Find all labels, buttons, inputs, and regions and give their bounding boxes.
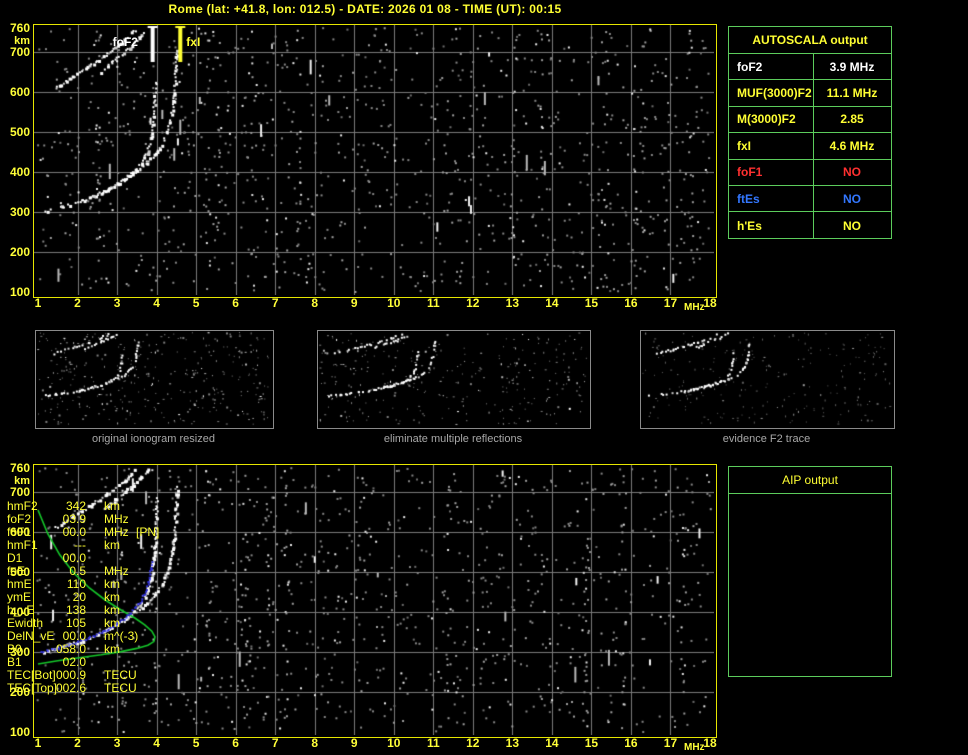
x-axis-unit-label: MHz: [684, 302, 705, 313]
autoscala-row-ftes: ftEs NO: [729, 186, 891, 213]
autoscala-table-column-divider: [813, 54, 814, 238]
x-axis-tick-label: 12: [466, 736, 480, 750]
x-axis-tick-label: 7: [271, 736, 279, 750]
autoscala-param-label: foF2: [737, 59, 763, 74]
autoscala-app-window: Rome (lat: +41.8, lon: 012.5) - DATE: 20…: [0, 0, 968, 755]
aip-param-value: 002.6: [55, 681, 86, 695]
x-axis-tick-label: 14: [545, 296, 559, 310]
y-axis-tick-label: 600: [9, 85, 30, 99]
autoscala-row-fxi: fxI 4.6 MHz: [729, 133, 891, 160]
x-axis-tick-label: 13: [505, 296, 520, 310]
x-axis-tick-label: 8: [311, 736, 319, 750]
autoscala-param-value: 4.6 MHz: [829, 138, 875, 153]
y-axis-tick-label: 700: [9, 45, 30, 59]
y-axis-unit-label: km: [14, 35, 30, 47]
x-axis-tick-label: 3: [113, 296, 121, 310]
x-axis-tick-label: 6: [232, 296, 239, 310]
x-axis-tick-label: 1: [34, 296, 42, 310]
x-axis-tick-label: 15: [584, 736, 599, 750]
aip-param-unit: km: [104, 642, 120, 656]
x-axis-tick-label: 7: [271, 296, 279, 310]
scaled-ionogram-canvas: [34, 25, 714, 295]
x-axis-tick-label: 16: [624, 736, 638, 750]
x-axis-tick-label: 4: [153, 296, 160, 310]
y-axis-tick-label: 500: [9, 125, 30, 139]
x-axis-tick-label: 10: [387, 736, 401, 750]
y-axis-unit-label: km: [14, 475, 30, 487]
caption-original-ionogram: original ionogram resized: [92, 433, 215, 445]
x-axis-tick-label: 2: [74, 296, 81, 310]
thumbnail-eliminate-canvas: [318, 331, 588, 426]
autoscala-row-m-3000-f2: M(3000)F2 2.85: [729, 107, 891, 134]
x-axis-tick-label: 4: [153, 736, 160, 750]
x-axis-tick-label: 11: [426, 296, 440, 310]
autoscala-param-value: NO: [843, 218, 861, 233]
autoscala-row-fof2: foF2 3.9 MHz: [729, 54, 891, 81]
y-axis-tick-label: 200: [9, 245, 30, 259]
thumbnail-original-ionogram: [35, 330, 274, 429]
aip-output-table: AIP output: [728, 466, 892, 677]
scaled-ionogram-panel: [33, 24, 717, 298]
thumbnail-eliminate-reflections: [317, 330, 591, 429]
x-axis-tick-label: 10: [387, 296, 401, 310]
autoscala-param-label: M(3000)F2: [737, 112, 796, 127]
autoscala-param-value: 3.9 MHz: [829, 59, 875, 74]
x-axis-tick-label: 17: [663, 296, 678, 310]
aip-param-extra: [PN]: [136, 525, 160, 539]
autoscala-row-fof1: foF1 NO: [729, 160, 891, 186]
x-axis-tick-label: 13: [505, 736, 520, 750]
x-axis-tick-label: 15: [584, 296, 599, 310]
fof2-marker-label: foF2: [112, 35, 138, 49]
y-axis-tick-label: 300: [9, 205, 30, 219]
aip-table-title: AIP output: [729, 467, 891, 494]
y-axis-tick-label: 760: [9, 21, 30, 35]
aip-param-unit: TECU: [104, 681, 137, 695]
autoscala-param-label: ftEs: [737, 191, 760, 206]
y-axis-tick-label: 700: [9, 485, 30, 499]
autoscala-row-muf-3000-f2: MUF(3000)F2 11.1 MHz: [729, 80, 891, 107]
x-axis-tick-label: 5: [192, 296, 200, 310]
y-axis-tick-label: 100: [9, 285, 30, 299]
x-axis-tick-label: 3: [113, 736, 121, 750]
autoscala-table-title: AUTOSCALA output: [729, 27, 891, 54]
x-axis-tick-label: 16: [624, 296, 638, 310]
x-axis-tick-label: 9: [350, 736, 358, 750]
autoscala-param-label: h'Es: [737, 218, 762, 233]
x-axis-tick-label: 14: [545, 736, 559, 750]
autoscala-table-rows: foF2 3.9 MHz MUF(3000)F2 11.1 MHz M(3000)F2 2…: [729, 54, 891, 238]
thumbnail-original-canvas: [36, 331, 271, 426]
x-axis-tick-label: 5: [192, 736, 200, 750]
station-title: Rome (lat: +41.8, lon: 012.5) - DATE: 20…: [168, 2, 562, 16]
x-axis-tick-label: 12: [466, 296, 480, 310]
x-axis-unit-label: MHz: [684, 742, 705, 753]
autoscala-row-h-es: h'Es NO: [729, 212, 891, 238]
thumbnail-evidence-canvas: [641, 331, 892, 426]
caption-eliminate-reflections: eliminate multiple reflections: [383, 433, 523, 445]
autoscala-param-value: NO: [843, 165, 861, 180]
x-axis-tick-label: 8: [311, 296, 319, 310]
thumbnail-evidence-f2: [640, 330, 895, 429]
fxi-marker-label: fxI: [186, 35, 201, 49]
x-axis-tick-label: 2: [74, 736, 81, 750]
y-axis-tick-label: 760: [9, 461, 30, 475]
x-axis-tick-label: 1: [34, 736, 42, 750]
autoscala-param-label: foF1: [737, 165, 763, 180]
x-axis-tick-label: 11: [426, 736, 440, 750]
autoscala-param-value: 11.1 MHz: [826, 86, 878, 101]
y-axis-tick-label: 100: [9, 725, 30, 739]
autoscala-param-label: fxI: [737, 138, 752, 153]
caption-evidence-f2: evidence F2 trace: [722, 433, 811, 445]
x-axis-tick-label: 17: [663, 736, 678, 750]
y-axis-tick-label: 400: [9, 165, 30, 179]
x-axis-tick-label: 6: [232, 736, 239, 750]
aip-table-rows: hmF2 342 km foF2 03.9 MHz foF1 00.0 MHz [PN] hmF1-…: [0, 500, 164, 695]
autoscala-param-label: MUF(3000)F2: [737, 86, 812, 101]
autoscala-output-table: AUTOSCALA output foF2 3.9 MHz MUF(3000)F2 1…: [728, 26, 892, 239]
aip-param-unit: km: [104, 538, 120, 552]
x-axis-tick-label: 9: [350, 296, 358, 310]
aip-row-tec-top-: TEC[Top] 002.6 TECU: [0, 682, 164, 695]
autoscala-param-value: 2.85: [840, 112, 864, 127]
autoscala-param-value: NO: [843, 191, 861, 206]
